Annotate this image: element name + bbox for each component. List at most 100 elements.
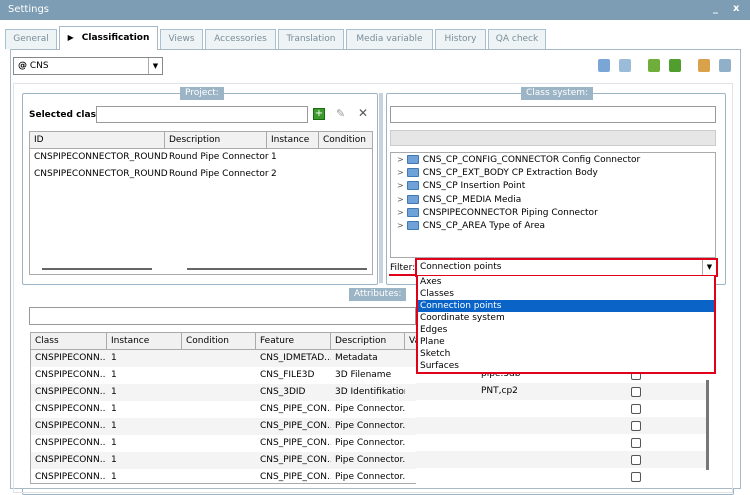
cell-instance: 1 bbox=[111, 404, 117, 414]
tree-node[interactable]: > CNS_CP_MEDIA Media bbox=[397, 195, 521, 208]
filter-option[interactable]: Surfaces bbox=[418, 360, 714, 372]
add-icon[interactable]: + bbox=[313, 108, 325, 120]
cell-description: Pipe Connector... bbox=[335, 421, 405, 431]
cell-description: Pipe Connector... bbox=[335, 404, 405, 414]
row-checkbox[interactable] bbox=[631, 438, 641, 448]
row-checkbox[interactable] bbox=[631, 455, 641, 465]
chevron-right-icon[interactable]: > bbox=[397, 208, 404, 217]
column-header[interactable]: Description bbox=[165, 132, 267, 149]
cell-description: Metadata bbox=[335, 353, 378, 363]
tab-media-variable[interactable]: Media variable bbox=[346, 29, 433, 49]
column-header[interactable]: Condition bbox=[182, 333, 256, 350]
class-search-input[interactable] bbox=[390, 106, 716, 123]
cell-feature: CNS_3DID bbox=[260, 387, 306, 397]
horizontal-scrollbar[interactable] bbox=[42, 268, 152, 270]
tab-views[interactable]: Views bbox=[160, 29, 203, 49]
chevron-right-icon[interactable]: > bbox=[397, 181, 404, 190]
filter-option[interactable]: Sketch bbox=[418, 348, 714, 360]
filter-option[interactable]: Classes bbox=[418, 288, 714, 300]
filter-option[interactable]: Edges bbox=[418, 324, 714, 336]
cell-class: CNSPIPECONN... bbox=[35, 387, 106, 397]
column-header[interactable]: ID bbox=[30, 132, 165, 149]
project-title: Project: bbox=[180, 87, 224, 100]
table-row[interactable]: CNSPIPECONN... 1 CNS_3DID 3D Identifikation bbox=[31, 384, 416, 401]
puzzle-icon[interactable] bbox=[669, 59, 681, 72]
tab-translation[interactable]: Translation bbox=[278, 29, 344, 49]
filter-option[interactable]: Coordinate system bbox=[418, 312, 714, 324]
tab-classification[interactable]: ▶ Classification bbox=[59, 26, 158, 50]
delete-icon[interactable]: ✕ bbox=[358, 106, 368, 120]
tab-accessories[interactable]: Accessories bbox=[205, 29, 276, 49]
tab-qa-check[interactable]: QA check bbox=[488, 29, 546, 49]
table-row-extension bbox=[416, 417, 706, 434]
attributes-table: Class Instance Condition Feature Descrip… bbox=[30, 332, 416, 484]
cell-feature: CNS_PIPE_CON... bbox=[260, 404, 331, 414]
table-row[interactable]: CNSPIPECONN... 1 CNS_PIPE_CON... Pipe Conne… bbox=[31, 401, 416, 418]
filter-option[interactable]: Plane bbox=[418, 336, 714, 348]
table-row[interactable]: CNSPIPECONNECTOR_ROUND Round Pipe Connec… bbox=[30, 167, 372, 184]
chevron-right-icon[interactable]: > bbox=[397, 195, 404, 204]
cell-class: CNSPIPECONN... bbox=[35, 421, 106, 431]
tree-node[interactable]: > CNSPIPECONNECTOR Piping Connector bbox=[397, 208, 598, 221]
row-checkbox[interactable] bbox=[631, 387, 641, 397]
filter-select[interactable]: Connection points ▼ bbox=[415, 258, 718, 277]
column-header[interactable]: Instance bbox=[107, 333, 182, 350]
cell-id: CNSPIPECONNECTOR_ROUND bbox=[34, 152, 168, 162]
table-row[interactable]: CNSPIPECONN... 1 CNS_PIPE_CON... Pipe Conne… bbox=[31, 452, 416, 469]
folder-icon bbox=[406, 221, 419, 230]
catalog-select[interactable]: @ CNS ▼ bbox=[13, 57, 163, 75]
cell-class: CNSPIPECONN... bbox=[35, 353, 106, 363]
table-row[interactable]: CNSPIPECONN... 1 CNS_IDMETAD... Metadata bbox=[31, 350, 416, 367]
table-row[interactable]: CNSPIPECONN... 1 CNS_FILE3D 3D Filename bbox=[31, 367, 416, 384]
edit-icon[interactable] bbox=[698, 59, 710, 72]
cell-feature: CNS_PIPE_CON... bbox=[260, 455, 331, 465]
warning-puzzle-icon[interactable] bbox=[648, 59, 660, 72]
filter-option-selected[interactable]: Connection points bbox=[418, 300, 714, 312]
tree-node[interactable]: > CNS_CP_CONFIG_CONNECTOR Config Connecto… bbox=[397, 155, 640, 168]
attributes-search-input[interactable] bbox=[29, 307, 416, 325]
chevron-right-icon[interactable]: > bbox=[397, 221, 404, 230]
row-checkbox[interactable] bbox=[631, 421, 641, 431]
minimize-button[interactable]: _ bbox=[713, 3, 718, 14]
tab-history[interactable]: History bbox=[435, 29, 486, 49]
selected-classes-input[interactable] bbox=[96, 106, 308, 123]
folder-icon bbox=[406, 208, 419, 217]
cell-instance: 1 bbox=[111, 387, 117, 397]
save-classes-icon[interactable] bbox=[598, 59, 610, 72]
table-row[interactable]: CNSPIPECONN... 1 CNS_PIPE_CON... Pipe Conne… bbox=[31, 469, 416, 483]
column-header[interactable]: Condition bbox=[319, 132, 372, 149]
column-header[interactable]: Description bbox=[331, 333, 405, 350]
chevron-right-icon[interactable]: > bbox=[397, 168, 404, 177]
table-row[interactable]: CNSPIPECONNECTOR_ROUND Round Pipe Connec… bbox=[30, 150, 372, 167]
cell-id: CNSPIPECONNECTOR_ROUND bbox=[34, 169, 168, 179]
cell-description: Round Pipe Connector bbox=[169, 152, 269, 162]
filter-option[interactable]: Axes bbox=[418, 276, 714, 288]
import-icon[interactable] bbox=[719, 59, 731, 72]
cell-feature: CNS_IDMETAD... bbox=[260, 353, 331, 363]
cell-class: CNSPIPECONN... bbox=[35, 404, 106, 414]
tab-general[interactable]: General bbox=[5, 29, 57, 49]
vertical-scrollbar[interactable] bbox=[706, 380, 709, 470]
horizontal-scrollbar[interactable] bbox=[187, 268, 367, 270]
row-checkbox[interactable] bbox=[631, 472, 641, 482]
filter-value: Connection points bbox=[420, 262, 502, 272]
table-row[interactable]: CNSPIPECONN... 1 CNS_PIPE_CON... Pipe Conne… bbox=[31, 435, 416, 452]
cell-description: Pipe Connector... bbox=[335, 472, 405, 482]
tree-node[interactable]: > CNS_CP Insertion Point bbox=[397, 181, 525, 194]
edit-disabled-icon[interactable]: ✎ bbox=[336, 107, 345, 120]
tree-node[interactable]: > CNS_CP_AREA Type of Area bbox=[397, 221, 545, 234]
table-row[interactable]: CNSPIPECONN... 1 CNS_PIPE_CON... Pipe Conne… bbox=[31, 418, 416, 435]
column-header[interactable]: Class bbox=[31, 333, 107, 350]
row-checkbox[interactable] bbox=[631, 404, 641, 414]
tree-node[interactable]: > CNS_CP_EXT_BODY CP Extraction Body bbox=[397, 168, 598, 181]
export-icon[interactable] bbox=[619, 59, 631, 72]
splitter[interactable] bbox=[379, 93, 383, 283]
column-header[interactable]: Va bbox=[405, 333, 416, 350]
close-button[interactable]: x bbox=[733, 3, 739, 14]
class-path-field bbox=[390, 130, 716, 146]
cell-value: PNT,cp2 bbox=[481, 386, 518, 396]
column-header[interactable]: Instance bbox=[267, 132, 319, 149]
chevron-right-icon[interactable]: > bbox=[397, 155, 404, 164]
cell-description: Round Pipe Connector bbox=[169, 169, 269, 179]
column-header[interactable]: Feature bbox=[256, 333, 331, 350]
